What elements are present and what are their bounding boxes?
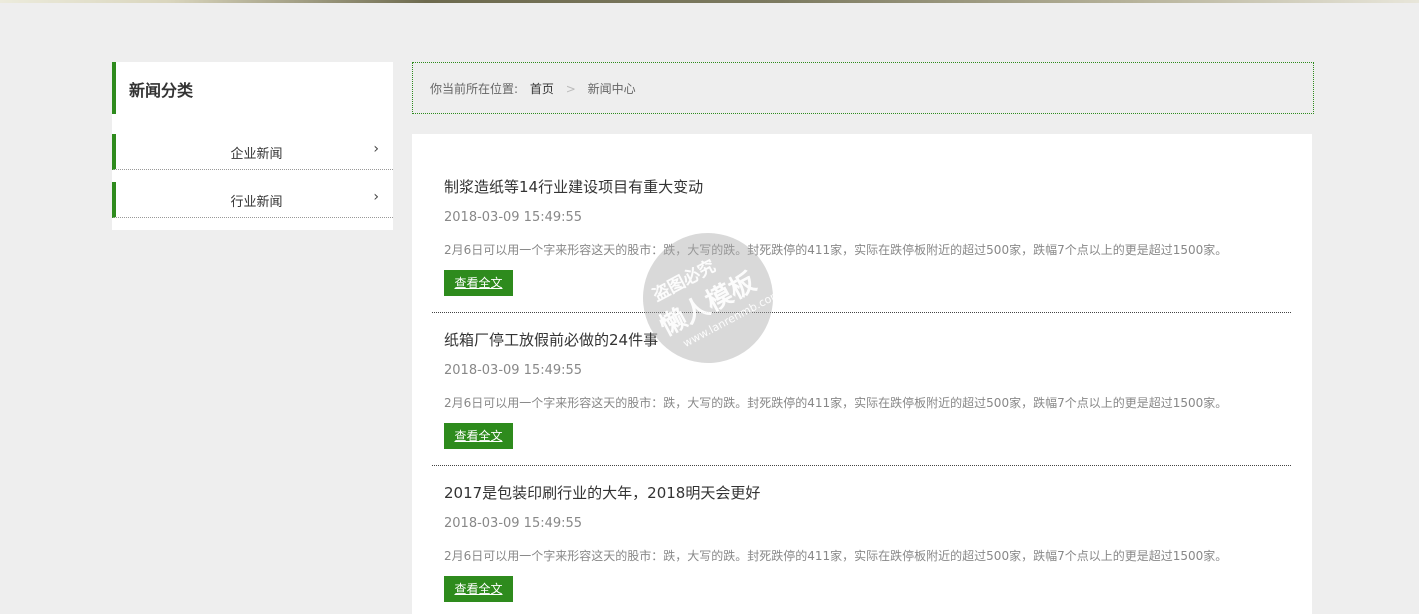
- article-date: 2018-03-09 15:49:55: [444, 210, 583, 225]
- sidebar-item-company-news[interactable]: 企业新闻 ›: [112, 134, 393, 170]
- article-summary: 2月6日可以用一个字来形容这天的股市：跌，大写的跌。封死跌停的411家，实际在跌…: [444, 549, 1228, 563]
- read-more-button[interactable]: 查看全文: [444, 576, 513, 602]
- breadcrumb-separator: >: [565, 82, 576, 96]
- breadcrumb-prefix: 你当前所在位置:: [430, 82, 519, 96]
- sidebar-item-label: 企业新闻: [230, 147, 283, 162]
- sidebar-item-industry-news[interactable]: 行业新闻 ›: [112, 182, 393, 218]
- list-item: 纸箱厂停工放假前必做的24件事 2018-03-09 15:49:55 2月6日…: [432, 287, 1291, 449]
- article-summary: 2月6日可以用一个字来形容这天的股市：跌，大写的跌。封死跌停的411家，实际在跌…: [444, 243, 1228, 257]
- article-title[interactable]: 2017是包装印刷行业的大年，2018明天会更好: [444, 482, 760, 503]
- news-list: 制浆造纸等14行业建设项目有重大变动 2018-03-09 15:49:55 2…: [412, 134, 1312, 614]
- article-date: 2018-03-09 15:49:55: [444, 363, 583, 378]
- article-date: 2018-03-09 15:49:55: [444, 516, 583, 531]
- list-item: 2017是包装印刷行业的大年，2018明天会更好 2018-03-09 15:4…: [432, 440, 1291, 602]
- breadcrumb: 你当前所在位置: 首页 > 新闻中心: [412, 62, 1314, 114]
- sidebar-title: 新闻分类: [129, 81, 194, 100]
- top-decor-strip: [0, 0, 1419, 3]
- breadcrumb-home-link[interactable]: 首页: [530, 82, 554, 96]
- article-title[interactable]: 纸箱厂停工放假前必做的24件事: [444, 329, 658, 350]
- article-summary: 2月6日可以用一个字来形容这天的股市：跌，大写的跌。封死跌停的411家，实际在跌…: [444, 396, 1228, 410]
- chevron-right-icon: ›: [373, 189, 379, 205]
- chevron-right-icon: ›: [373, 141, 379, 157]
- breadcrumb-current: 新闻中心: [587, 82, 636, 96]
- article-title[interactable]: 制浆造纸等14行业建设项目有重大变动: [444, 176, 703, 197]
- sidebar-header: 新闻分类: [112, 62, 393, 114]
- sidebar-item-label: 行业新闻: [230, 195, 283, 210]
- news-category-sidebar: 新闻分类 企业新闻 › 行业新闻 ›: [112, 62, 393, 230]
- list-item: 制浆造纸等14行业建设项目有重大变动 2018-03-09 15:49:55 2…: [432, 134, 1291, 296]
